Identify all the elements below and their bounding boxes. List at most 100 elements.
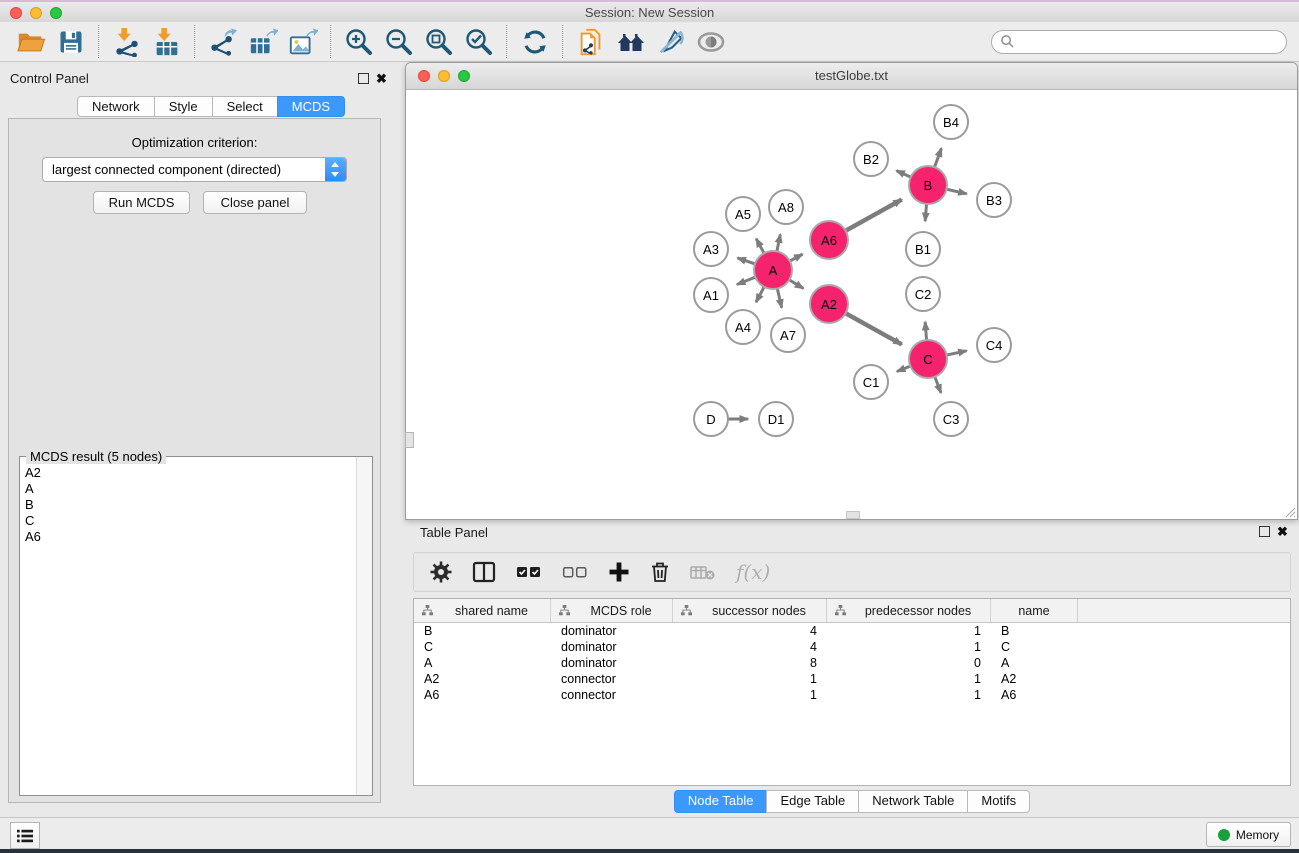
splitter-grip[interactable] (405, 432, 414, 448)
import-network-icon[interactable] (110, 25, 144, 59)
show-graphics-details-icon[interactable] (694, 25, 728, 59)
table-cell: dominator (551, 639, 673, 655)
table-panel-close-icon[interactable]: ✖ (1277, 525, 1288, 538)
close-panel-button[interactable]: Close panel (203, 191, 307, 214)
mcds-result-item[interactable]: C (25, 513, 356, 529)
table-settings-gear-icon[interactable] (430, 561, 452, 583)
deselect-all-icon[interactable] (562, 561, 588, 583)
select-all-icon[interactable] (516, 561, 542, 583)
export-network-icon[interactable] (206, 25, 240, 59)
graph-node-A7[interactable]: A7 (770, 317, 806, 353)
tab-motifs[interactable]: Motifs (967, 790, 1030, 813)
control-panel-close-icon[interactable]: ✖ (376, 72, 387, 85)
import-table-icon[interactable] (150, 25, 184, 59)
zoom-in-icon[interactable] (342, 25, 376, 59)
export-image-icon[interactable] (286, 25, 320, 59)
open-session-icon[interactable] (14, 25, 48, 59)
mcds-panel: Optimization criterion: largest connecte… (8, 118, 381, 803)
graph-node-A2[interactable]: A2 (809, 284, 849, 324)
graph-node-B1[interactable]: B1 (905, 231, 941, 267)
result-scrollbar[interactable] (356, 457, 372, 795)
table-row[interactable]: Adominator80A (414, 655, 1290, 671)
graph-node-D1[interactable]: D1 (758, 401, 794, 437)
graph-node-D[interactable]: D (693, 401, 729, 437)
table-row[interactable]: A2connector11A2 (414, 671, 1290, 687)
graph-node-B4[interactable]: B4 (933, 104, 969, 140)
table-cell: A (991, 655, 1078, 671)
table-row[interactable]: Bdominator41B (414, 623, 1290, 639)
tab-style[interactable]: Style (154, 96, 213, 117)
tab-select[interactable]: Select (212, 96, 278, 117)
run-mcds-button[interactable]: Run MCDS (93, 191, 190, 214)
network-window-titlebar[interactable]: testGlobe.txt (406, 63, 1297, 90)
zoom-fit-icon[interactable] (422, 25, 456, 59)
table-cell: A2 (414, 671, 551, 687)
mcds-result-item[interactable]: A6 (25, 529, 356, 545)
graph-node-C1[interactable]: C1 (853, 364, 889, 400)
table-row[interactable]: A6connector11A6 (414, 687, 1290, 703)
zoom-selected-icon[interactable] (462, 25, 496, 59)
table-cell: connector (551, 671, 673, 687)
network-window-title: testGlobe.txt (406, 68, 1297, 83)
column-header-predecessor-nodes[interactable]: predecessor nodes (827, 599, 991, 622)
network-canvas[interactable]: B4 B2 B B3 A5A8A6 A3 B1 A C2 A1 A2 A4A7 C C4 C1 C3 D D1 (406, 90, 1297, 519)
tab-mcds[interactable]: MCDS (277, 96, 345, 117)
mcds-result-item[interactable]: A (25, 481, 356, 497)
search-icon (1000, 34, 1015, 49)
app-titlebar: Session: New Session (0, 2, 1299, 23)
table-body: Bdominator41BCdominator41CAdominator80AA… (414, 623, 1290, 703)
save-session-icon[interactable] (54, 25, 88, 59)
graph-node-A5[interactable]: A5 (725, 196, 761, 232)
graph-node-B3[interactable]: B3 (976, 182, 1012, 218)
column-header-name[interactable]: name (991, 599, 1078, 622)
graph-edges (406, 90, 1297, 519)
add-column-plus-icon[interactable] (608, 561, 630, 583)
resize-grip-icon[interactable] (1282, 504, 1296, 518)
refresh-icon[interactable] (518, 25, 552, 59)
zoom-out-icon[interactable] (382, 25, 416, 59)
export-table-icon[interactable] (246, 25, 280, 59)
panel-columns-icon[interactable] (472, 561, 496, 583)
graph-node-A3[interactable]: A3 (693, 231, 729, 267)
table-panel-float-icon[interactable] (1259, 526, 1270, 537)
mcds-result-item[interactable]: A2 (25, 465, 356, 481)
table-cell: A6 (414, 687, 551, 703)
mcds-result-item[interactable]: B (25, 497, 356, 513)
graph-node-A[interactable]: A (753, 250, 793, 290)
table-cell: 1 (827, 687, 991, 703)
criterion-dropdown[interactable]: largest connected component (directed) (42, 157, 347, 182)
graph-node-C2[interactable]: C2 (905, 276, 941, 312)
tab-network[interactable]: Network (77, 96, 155, 117)
column-header-shared-name[interactable]: shared name (414, 599, 551, 622)
table-panel-title: Table Panel (420, 525, 488, 540)
tab-edge-table[interactable]: Edge Table (766, 790, 859, 813)
graph-node-A1[interactable]: A1 (693, 277, 729, 313)
graph-node-A4[interactable]: A4 (725, 309, 761, 345)
list-icon (16, 828, 34, 844)
search-input[interactable] (1015, 33, 1269, 50)
table-cell: dominator (551, 623, 673, 639)
hide-annotations-icon[interactable] (654, 25, 688, 59)
home-icon[interactable] (614, 25, 648, 59)
control-panel-float-icon[interactable] (358, 73, 369, 84)
task-history-button[interactable] (10, 822, 40, 849)
open-network-file-icon[interactable] (574, 25, 608, 59)
table-cell: C (414, 639, 551, 655)
table-row[interactable]: Cdominator41C (414, 639, 1290, 655)
graph-node-C[interactable]: C (908, 339, 948, 379)
graph-node-B[interactable]: B (908, 165, 948, 205)
graph-node-B2[interactable]: B2 (853, 141, 889, 177)
memory-status-icon (1218, 829, 1230, 841)
search-box[interactable] (991, 30, 1287, 54)
graph-node-A8[interactable]: A8 (768, 189, 804, 225)
tab-network-table[interactable]: Network Table (858, 790, 968, 813)
graph-node-C3[interactable]: C3 (933, 401, 969, 437)
column-header-successor-nodes[interactable]: successor nodes (673, 599, 827, 622)
graph-node-C4[interactable]: C4 (976, 327, 1012, 363)
memory-button[interactable]: Memory (1206, 822, 1291, 847)
delete-column-trash-icon[interactable] (650, 561, 670, 583)
tab-node-table[interactable]: Node Table (674, 790, 768, 813)
table-cell: 1 (673, 687, 827, 703)
column-header-MCDS-role[interactable]: MCDS role (551, 599, 673, 622)
graph-node-A6[interactable]: A6 (809, 220, 849, 260)
